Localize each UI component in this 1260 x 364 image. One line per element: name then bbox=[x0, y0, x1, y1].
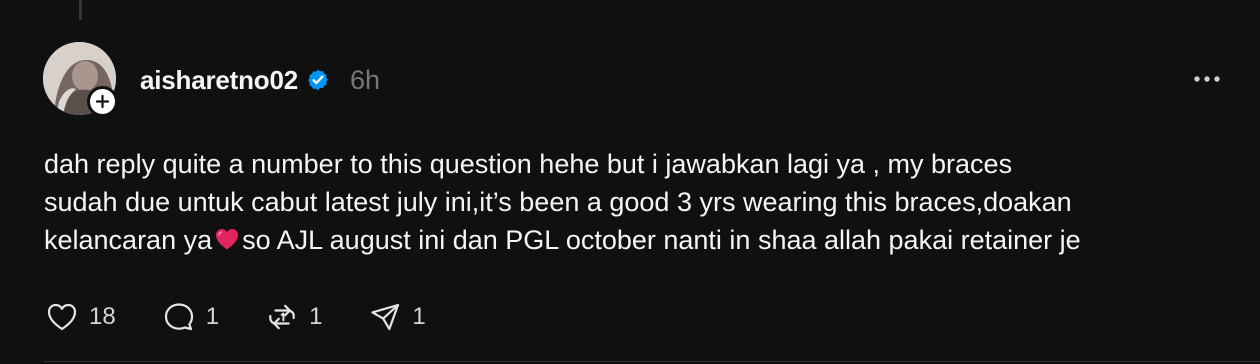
username-link[interactable]: aisharetno02 bbox=[140, 67, 298, 93]
speech-bubble-icon bbox=[164, 303, 193, 331]
post-body-line: sudah due untuk cabut latest july ini,it… bbox=[44, 187, 1072, 217]
repost-count: 1 bbox=[309, 303, 323, 330]
like-button[interactable]: 18 bbox=[45, 300, 116, 334]
more-options-button[interactable] bbox=[1190, 67, 1224, 91]
profile-avatar-area bbox=[43, 42, 118, 117]
post-body-line-end: so AJL august ini dan PGL october nanti … bbox=[242, 225, 1081, 255]
more-horizontal-icon bbox=[1194, 76, 1220, 82]
post-body-line: kelancaran ya so AJL august ini dan PGL o… bbox=[44, 221, 1234, 259]
reply-button[interactable]: 1 bbox=[162, 300, 219, 334]
send-icon bbox=[371, 303, 400, 331]
red-heart-emoji-icon bbox=[213, 225, 241, 253]
repost-icon bbox=[269, 304, 295, 330]
heart-outline-icon bbox=[47, 303, 77, 331]
repost-button[interactable]: 1 bbox=[265, 300, 322, 334]
plus-icon bbox=[95, 94, 110, 109]
post-body-line-start: kelancaran ya bbox=[44, 225, 213, 255]
post-divider bbox=[44, 361, 1260, 362]
post-timestamp: 6h bbox=[350, 64, 381, 95]
post-actions-bar: 18 1 1 1 bbox=[45, 300, 472, 334]
post-body-text: dah reply quite a number to this questio… bbox=[44, 145, 1234, 259]
share-count: 1 bbox=[412, 303, 426, 330]
verified-badge-icon bbox=[306, 68, 330, 92]
like-count: 18 bbox=[89, 303, 116, 330]
thread-post: aisharetno02 6h dah reply quite a number… bbox=[0, 0, 1260, 364]
post-body-line: dah reply quite a number to this questio… bbox=[44, 149, 1013, 179]
follow-button[interactable] bbox=[87, 86, 118, 117]
share-button[interactable]: 1 bbox=[368, 300, 426, 334]
post-header: aisharetno02 6h bbox=[140, 61, 380, 99]
reply-count: 1 bbox=[205, 303, 220, 330]
